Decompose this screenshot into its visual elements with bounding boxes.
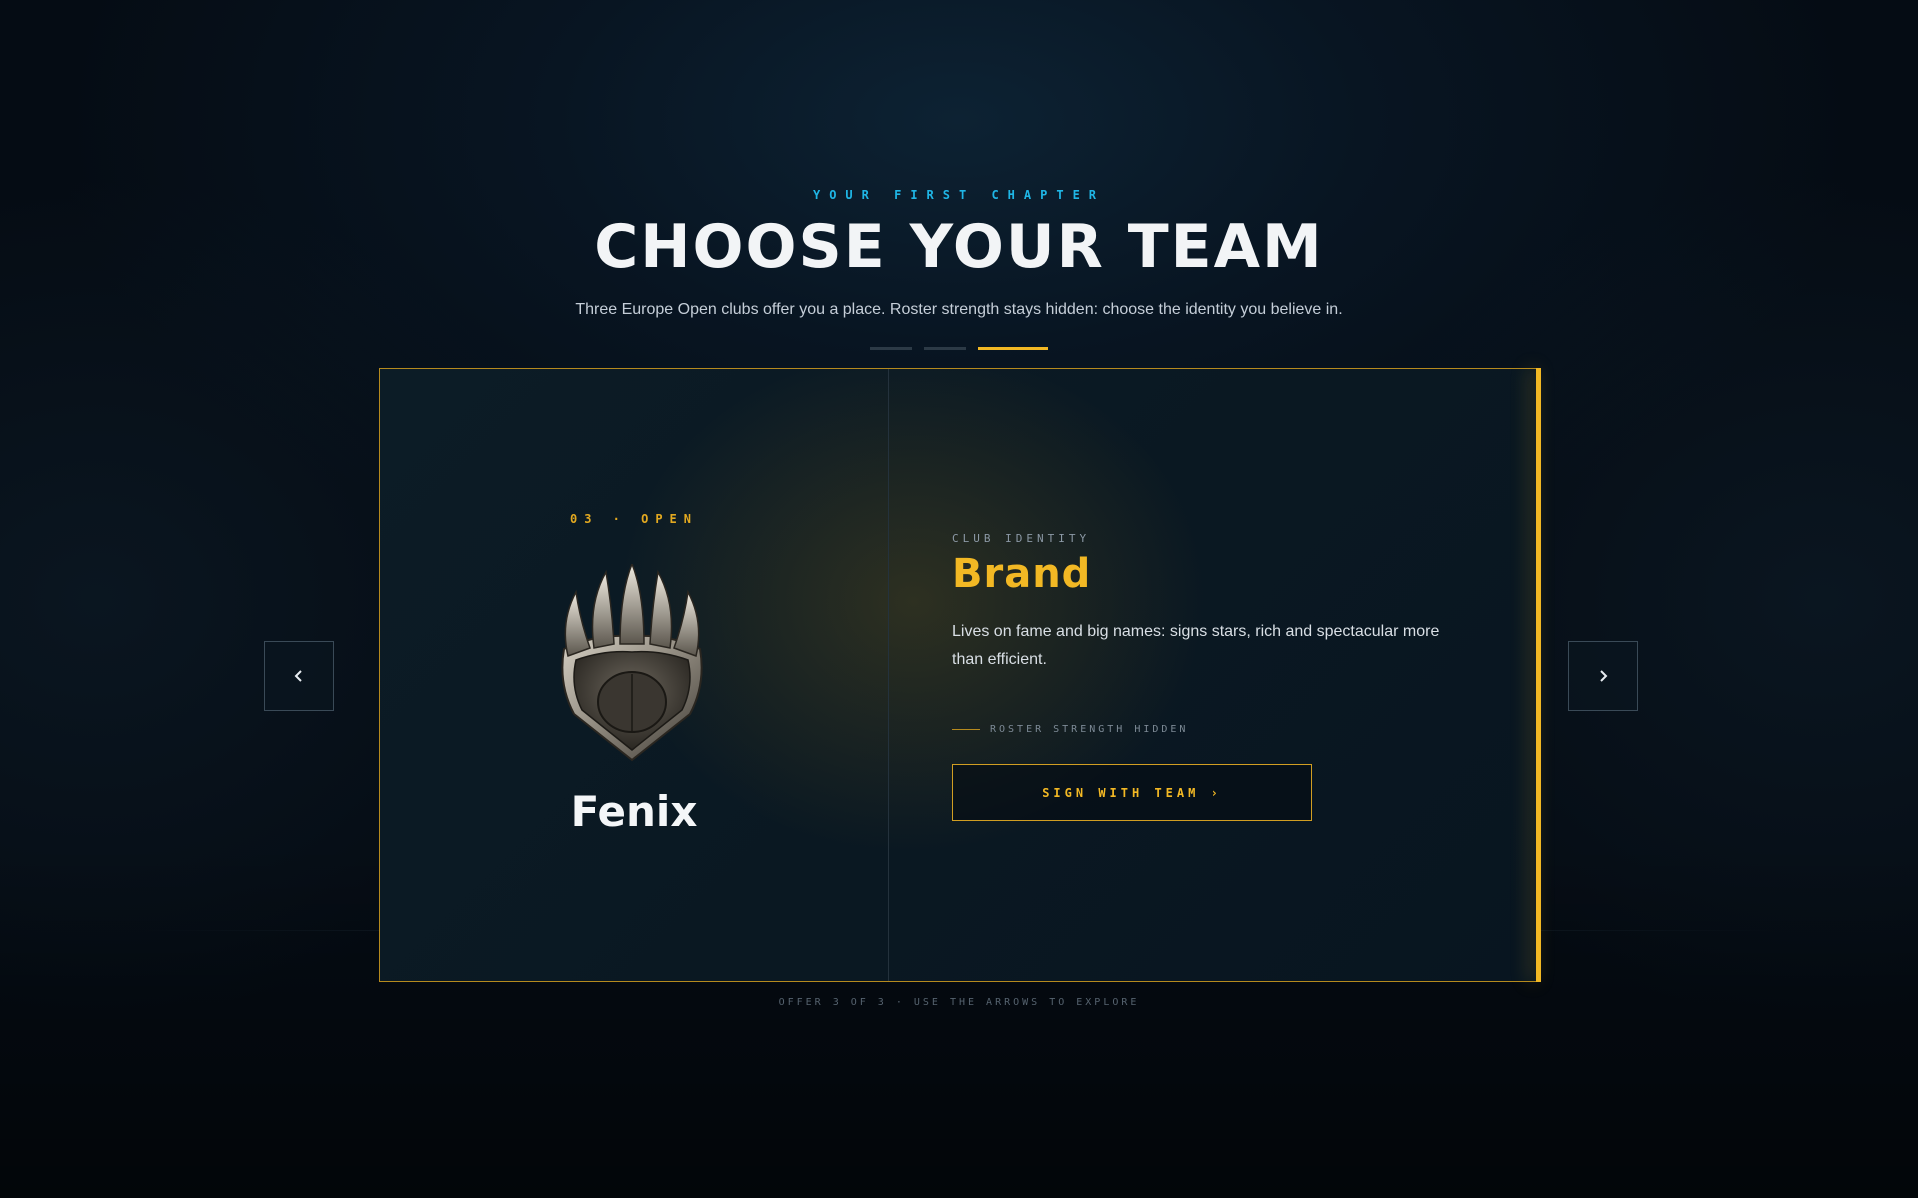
previous-offer-button[interactable] <box>264 641 334 711</box>
pager-dot-1[interactable] <box>870 347 912 350</box>
eyebrow-label: YOUR FIRST CHAPTER <box>812 188 1106 202</box>
note-rule <box>952 729 980 730</box>
chevron-left-icon <box>294 670 302 682</box>
roster-hidden-text: ROSTER STRENGTH HIDDEN <box>990 724 1189 735</box>
team-identity-panel: 03 · OPEN Fenix <box>380 369 888 981</box>
next-offer-button[interactable] <box>1568 641 1638 711</box>
club-identity-description: Lives on fame and big names: signs stars… <box>952 623 1440 668</box>
pager-dot-3[interactable] <box>978 347 1048 350</box>
claw-crest-icon <box>561 564 703 762</box>
team-offer-card: 03 · OPEN Fenix CLUB IDENTITY Brand Live… <box>379 368 1541 982</box>
roster-hidden-note: ROSTER STRENGTH HIDDEN <box>952 724 1188 735</box>
page-subtitle: Three Europe Open clubs offer you a plac… <box>575 301 1343 318</box>
pager-dot-2[interactable] <box>924 347 966 350</box>
club-identity-value: Brand <box>952 551 1092 597</box>
offer-position-hint: OFFER 3 OF 3 · USE THE ARROWS TO EXPLORE <box>778 997 1140 1008</box>
offer-pager <box>0 347 1918 350</box>
page-title: CHOOSE YOUR TEAM <box>594 212 1324 282</box>
team-name: Fenix <box>570 787 698 836</box>
club-details-panel: CLUB IDENTITY Brand Lives on fame and bi… <box>952 369 1492 981</box>
offer-seed-label: 03 · OPEN <box>569 512 699 526</box>
sign-with-team-button[interactable]: SIGN WITH TEAM › <box>952 764 1312 821</box>
chevron-right-icon <box>1600 670 1608 682</box>
card-divider <box>888 369 889 981</box>
club-identity-label: CLUB IDENTITY <box>952 532 1091 545</box>
